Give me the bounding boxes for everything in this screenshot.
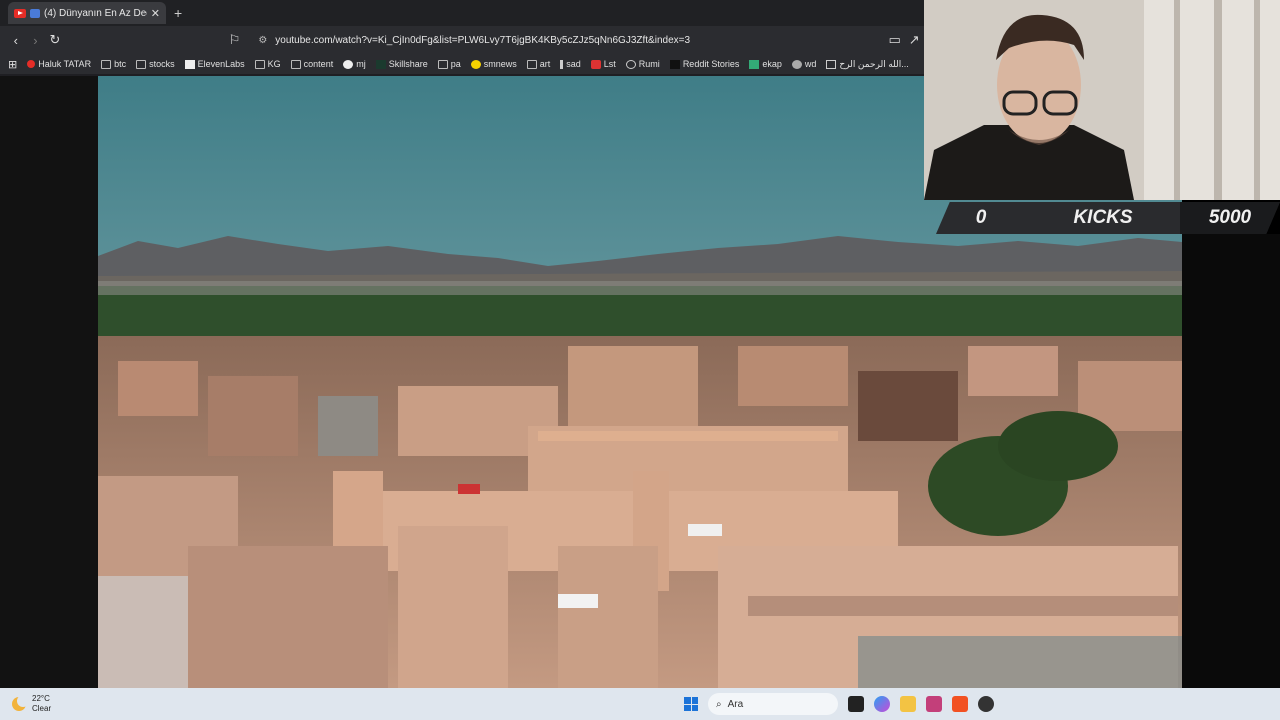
kicks-count: 0	[975, 207, 987, 228]
close-tab-icon[interactable]: ✕	[151, 7, 160, 20]
bookmark-icon[interactable]: ⚐	[225, 32, 245, 48]
bookmark-reddit-stories[interactable]: Reddit Stories	[669, 59, 739, 69]
tab-title: (4) Dünyanın En Az Değer Ve	[44, 7, 147, 19]
snipping-tool-icon[interactable]	[926, 696, 942, 712]
folder-icon	[101, 59, 112, 69]
folder-icon	[254, 59, 265, 69]
bookmark-elevenlabs[interactable]: ElevenLabs	[184, 59, 245, 69]
bookmark-art[interactable]: art	[526, 59, 550, 69]
reddit-icon	[669, 59, 680, 69]
copilot-icon[interactable]	[874, 696, 890, 712]
bookmark-pa[interactable]: pa	[437, 59, 461, 69]
windows-start-icon[interactable]	[684, 697, 698, 711]
youtube-icon	[14, 8, 26, 18]
apps-icon[interactable]: ⊞	[8, 58, 17, 71]
folder-icon	[437, 59, 448, 69]
bookmark-mj[interactable]: mj	[343, 59, 366, 69]
taskbar-search[interactable]: ⌕ Ara	[708, 693, 838, 715]
elevenlabs-icon	[184, 59, 195, 69]
record-app-icon[interactable]	[978, 696, 994, 712]
slash-icon	[560, 59, 564, 69]
back-icon[interactable]: ‹	[6, 33, 26, 48]
folder-icon	[526, 59, 537, 69]
document-icon	[826, 59, 837, 69]
taskbar: 22°C Clear ⌕ Ara	[0, 688, 1280, 720]
cast-icon[interactable]: ▭	[885, 32, 905, 48]
brave-browser-icon[interactable]	[952, 696, 968, 712]
new-tab-button[interactable]: +	[174, 5, 182, 21]
bookmark-content[interactable]: content	[290, 59, 333, 69]
github-icon	[343, 59, 354, 69]
kicks-counter: 0 KICKS 5000	[936, 202, 1280, 234]
toolbar: ‹ › ↻ ⚐ ⚙ youtube.com/watch?v=Ki_CjIn0dF…	[0, 26, 924, 54]
webcam-overlay	[924, 0, 1280, 200]
share-icon[interactable]: ↗	[904, 32, 924, 48]
bookmark-haluk[interactable]: Haluk TATAR	[27, 59, 91, 69]
wd-icon	[791, 59, 802, 69]
bookmark-wd[interactable]: wd	[791, 59, 816, 69]
weather-widget[interactable]: 22°C Clear	[12, 694, 51, 714]
site-info-icon[interactable]: ⚙	[258, 35, 267, 46]
skillshare-icon	[375, 59, 386, 69]
right-panel	[1182, 234, 1280, 688]
lst-icon	[590, 59, 601, 69]
folder-icon	[290, 59, 301, 69]
tab-bar: (4) Dünyanın En Az Değer Ve ✕ +	[0, 0, 924, 26]
kicks-total: 5000	[1180, 202, 1280, 234]
weather-temp: 22°C	[32, 694, 50, 703]
address-bar[interactable]: ⚙ youtube.com/watch?v=Ki_CjIn0dFg&list=P…	[258, 35, 885, 46]
folder-icon	[136, 59, 147, 69]
bookmark-rumi[interactable]: Rumi	[625, 59, 660, 69]
tab-youtube[interactable]: (4) Dünyanın En Az Değer Ve ✕	[8, 2, 166, 24]
kicks-label: KICKS	[1073, 207, 1133, 228]
smiley-icon	[470, 59, 481, 69]
bookmark-ekap[interactable]: ekap	[749, 59, 782, 69]
search-placeholder: Ara	[727, 698, 744, 710]
reload-icon[interactable]: ↻	[45, 32, 65, 48]
bookmark-btc[interactable]: btc	[101, 59, 126, 69]
task-view-icon[interactable]	[848, 696, 864, 712]
bookmark-kg[interactable]: KG	[254, 59, 281, 69]
url-text: youtube.com/watch?v=Ki_CjIn0dFg&list=PLW…	[275, 34, 691, 46]
weather-condition: Clear	[32, 704, 52, 713]
globe-icon	[625, 59, 636, 69]
bookmark-lst[interactable]: Lst	[590, 59, 616, 69]
bookmark-arabic[interactable]: الله الرحمن الرح...	[826, 59, 909, 70]
webcam-image	[924, 0, 1280, 200]
file-explorer-icon[interactable]	[900, 696, 916, 712]
bookmarks-bar: ⊞ Haluk TATAR btc stocks ElevenLabs KG c…	[0, 54, 924, 74]
bookmark-sad[interactable]: sad	[560, 59, 581, 69]
ekap-icon	[749, 59, 760, 69]
moon-icon	[12, 695, 29, 711]
forward-icon[interactable]: ›	[26, 33, 46, 48]
bookmark-stocks[interactable]: stocks	[136, 59, 175, 69]
bookmark-skillshare[interactable]: Skillshare	[375, 59, 428, 69]
search-icon: ⌕	[716, 698, 722, 710]
taskbar-apps: ⌕ Ara	[684, 688, 994, 720]
bookmark-smnews[interactable]: smnews	[470, 59, 517, 69]
youtube-icon	[27, 60, 36, 68]
tab-group-icon	[30, 8, 40, 18]
